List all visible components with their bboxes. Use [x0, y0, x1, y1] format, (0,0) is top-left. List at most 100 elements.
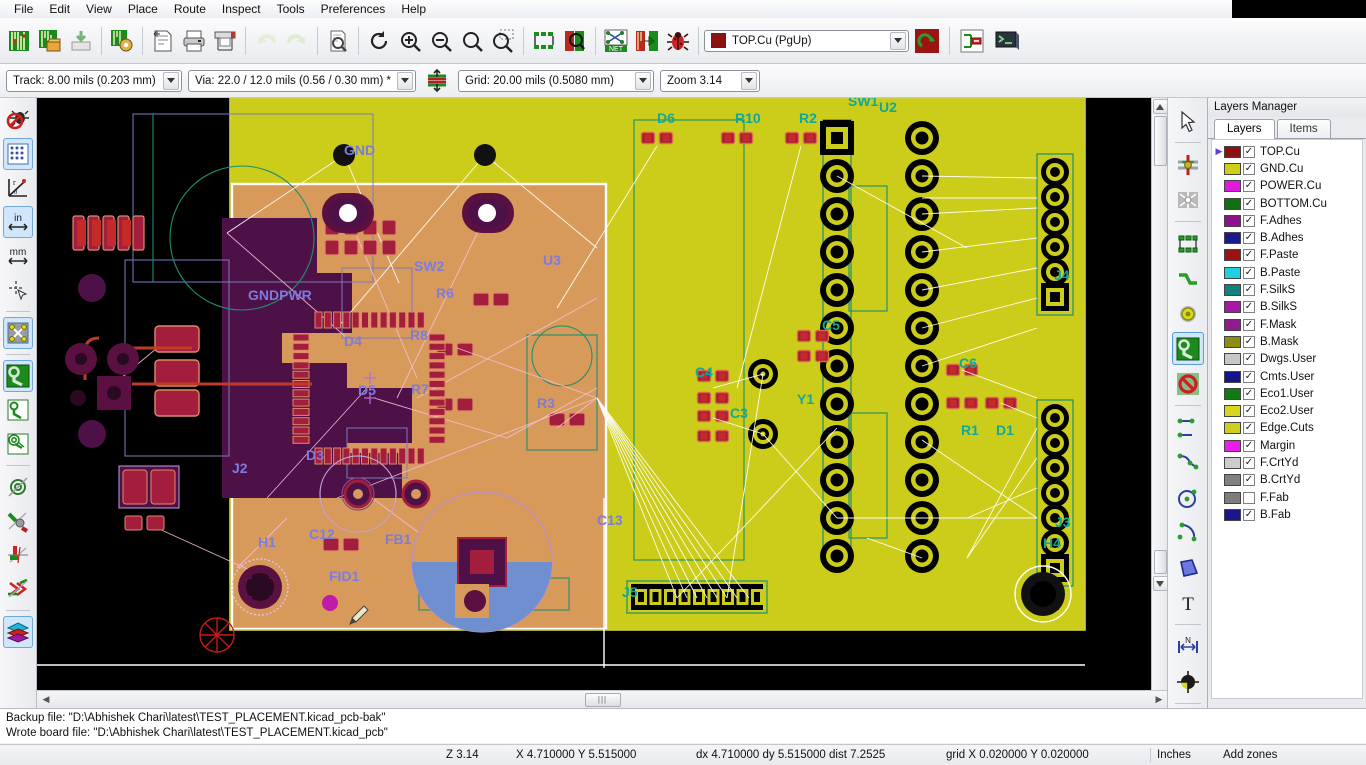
vertical-scroll-thumb[interactable] — [1153, 116, 1167, 166]
zoom-fit-icon[interactable] — [457, 24, 487, 58]
menu-item-inspect[interactable]: Inspect — [214, 1, 269, 17]
layer-visibility-checkbox[interactable]: ✓ — [1243, 301, 1255, 314]
draw-polygon-icon[interactable] — [1172, 551, 1204, 584]
layer-color-swatch[interactable] — [1224, 162, 1241, 175]
layer-visibility-checkbox[interactable]: ✓ — [1243, 284, 1255, 297]
layer-row[interactable]: ✓ Dwgs.User — [1212, 351, 1362, 368]
layer-visibility-checkbox[interactable]: ✓ — [1243, 370, 1255, 383]
layer-color-swatch[interactable] — [1224, 422, 1241, 435]
layer-color-swatch[interactable] — [1224, 249, 1241, 262]
layer-row[interactable]: ✓ B.Mask — [1212, 333, 1362, 350]
layer-row[interactable]: ▶ ✓ TOP.Cu — [1212, 143, 1362, 160]
polar-coords-icon[interactable]: rθ — [3, 172, 33, 204]
via-color-icon[interactable] — [910, 24, 944, 58]
via-size-selector[interactable]: Via: 22.0 / 12.0 mils (0.56 / 0.30 mm) * — [188, 69, 416, 92]
undo-icon[interactable] — [251, 24, 281, 58]
layer-color-swatch[interactable] — [1224, 474, 1241, 487]
drc-bug-icon[interactable] — [663, 24, 693, 58]
layer-visibility-checkbox[interactable]: ✓ — [1243, 180, 1255, 193]
chevron-down-icon[interactable] — [397, 71, 413, 90]
layer-row[interactable]: ✓ F.Paste — [1212, 247, 1362, 264]
layer-color-swatch[interactable] — [1224, 387, 1241, 400]
local-ratsnest-icon[interactable] — [1172, 183, 1204, 216]
layer-visibility-checkbox[interactable]: ✓ — [1243, 318, 1255, 331]
layer-visibility-checkbox[interactable]: ✓ — [1243, 474, 1255, 487]
find-icon[interactable] — [323, 24, 353, 58]
layer-color-swatch[interactable] — [1224, 214, 1241, 227]
add-keepout-icon[interactable] — [1172, 367, 1204, 400]
footprint-viewer-icon[interactable] — [560, 24, 590, 58]
menu-item-view[interactable]: View — [78, 1, 120, 17]
layer-color-swatch[interactable] — [1224, 145, 1241, 158]
layer-visibility-checkbox[interactable]: ✓ — [1243, 145, 1255, 158]
layer-row[interactable]: ✓ Cmts.User — [1212, 368, 1362, 385]
layer-color-swatch[interactable] — [1224, 284, 1241, 297]
layer-color-swatch[interactable] — [1224, 335, 1241, 348]
menu-item-route[interactable]: Route — [166, 1, 214, 17]
layer-visibility-checkbox[interactable]: ✓ — [1243, 387, 1255, 400]
zoom-in-icon[interactable] — [395, 24, 425, 58]
layer-row[interactable]: F.Fab — [1212, 489, 1362, 506]
highlight-net-icon[interactable] — [955, 24, 989, 58]
layer-color-swatch[interactable] — [1224, 180, 1241, 193]
print-icon[interactable] — [179, 24, 209, 58]
layer-row[interactable]: ✓ POWER.Cu — [1212, 178, 1362, 195]
zone-outline-icon[interactable] — [3, 539, 33, 571]
refresh-icon[interactable] — [364, 24, 394, 58]
layer-row[interactable]: ✓ Edge.Cuts — [1212, 420, 1362, 437]
scroll-down-button[interactable] — [1152, 576, 1168, 591]
page-settings-icon[interactable] — [148, 24, 178, 58]
layer-row[interactable]: ✓ F.CrtYd — [1212, 454, 1362, 471]
layer-color-swatch[interactable] — [1224, 301, 1241, 314]
grid-selector[interactable]: Grid: 20.00 mils (0.5080 mm) — [458, 69, 654, 92]
layer-row[interactable]: ✓ Margin — [1212, 437, 1362, 454]
layer-row[interactable]: ✓ B.Adhes — [1212, 229, 1362, 246]
horizontal-scroll-thumb[interactable]: ||| — [584, 692, 621, 707]
zone-nofill-icon[interactable] — [3, 573, 33, 605]
units-inches-icon[interactable]: in — [3, 206, 33, 238]
open-board-icon[interactable] — [35, 24, 65, 58]
menu-item-edit[interactable]: Edit — [41, 1, 78, 17]
layer-row[interactable]: ✓ F.Adhes — [1212, 212, 1362, 229]
layer-row[interactable]: ✓ B.CrtYd — [1212, 472, 1362, 489]
layer-row[interactable]: ✓ F.Mask — [1212, 316, 1362, 333]
layer-color-swatch[interactable] — [1224, 353, 1241, 366]
via-outline-icon[interactable] — [3, 394, 33, 426]
vertical-scroll-thumb-2[interactable] — [1153, 550, 1167, 574]
layer-color-swatch[interactable] — [1224, 197, 1241, 210]
layer-visibility-checkbox[interactable]: ✓ — [1243, 439, 1255, 452]
highlight-net-tool-icon[interactable] — [1172, 148, 1204, 181]
layer-row[interactable]: ✓ B.Fab — [1212, 506, 1362, 523]
units-mm-icon[interactable]: mm — [3, 240, 33, 272]
layer-visibility-checkbox[interactable]: ✓ — [1243, 266, 1255, 279]
layer-color-swatch[interactable] — [1224, 318, 1241, 331]
add-via-icon[interactable] — [1172, 297, 1204, 330]
show-ratsnest-icon[interactable] — [3, 317, 33, 349]
save-board-icon[interactable] — [66, 24, 96, 58]
layers-manager-icon[interactable] — [3, 616, 33, 648]
draw-arc-icon[interactable] — [1172, 516, 1204, 549]
chevron-down-icon[interactable] — [635, 71, 651, 90]
net-class-icon[interactable] — [422, 64, 452, 98]
zoom-selector[interactable]: Zoom 3.14 — [660, 69, 760, 92]
layer-visibility-checkbox[interactable]: ✓ — [1243, 249, 1255, 262]
zoom-area-icon[interactable] — [488, 24, 518, 58]
layer-color-swatch[interactable] — [1224, 491, 1241, 504]
run-drc-icon[interactable] — [632, 24, 662, 58]
via-sketch-icon[interactable] — [3, 428, 33, 460]
layer-row[interactable]: ✓ Eco2.User — [1212, 402, 1362, 419]
zone-filled-icon[interactable] — [3, 505, 33, 537]
add-dimension-icon[interactable]: N — [1172, 630, 1204, 663]
layer-visibility-checkbox[interactable]: ✓ — [1243, 197, 1255, 210]
place-footprint-icon[interactable] — [1172, 227, 1204, 260]
drc-off-icon[interactable] — [3, 104, 33, 136]
redo-icon[interactable] — [282, 24, 312, 58]
add-zone-icon[interactable] — [1171, 332, 1204, 365]
chevron-down-icon[interactable] — [741, 71, 757, 90]
cursor-shape-icon[interactable] — [3, 274, 33, 306]
canvas-horizontal-scrollbar[interactable]: ◀ ||| ▶ — [37, 690, 1168, 708]
draw-line-icon[interactable] — [1172, 411, 1204, 444]
scripting-console-icon[interactable] — [990, 24, 1024, 58]
tab-layers[interactable]: Layers — [1214, 119, 1275, 139]
select-cursor-icon[interactable] — [1172, 104, 1204, 137]
